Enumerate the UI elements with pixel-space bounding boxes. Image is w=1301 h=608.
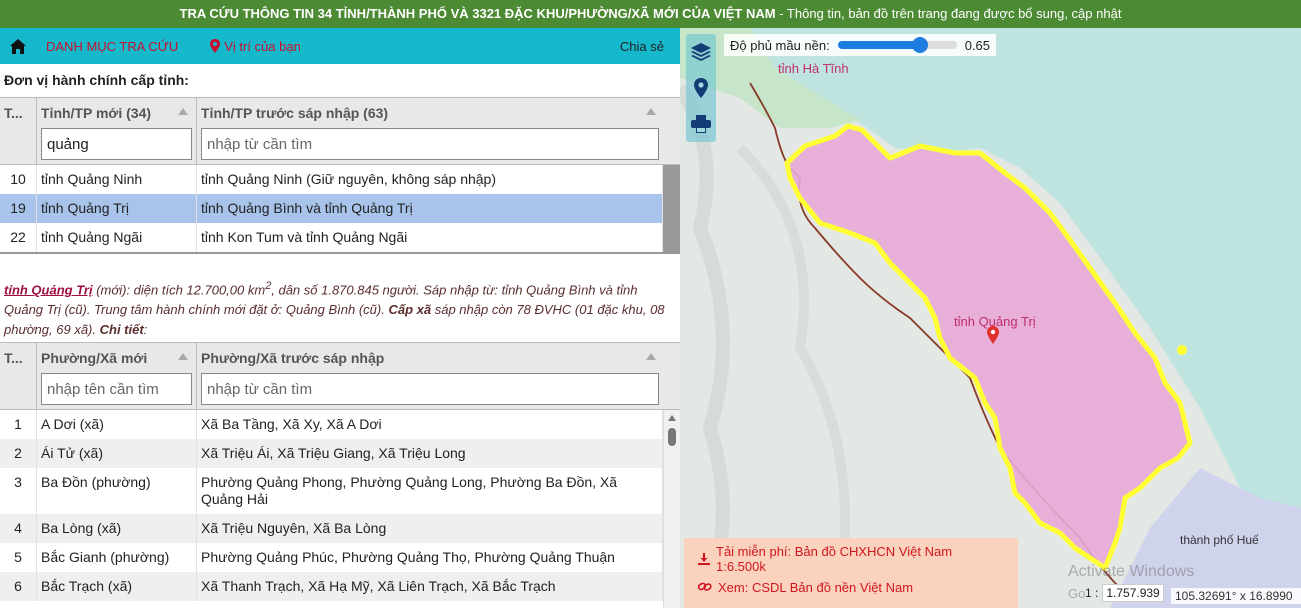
view-basemap-link[interactable]: Xem: CSDL Bản đồ nền Việt Nam bbox=[698, 573, 1004, 601]
province-grid-body: 10 tỉnh Quảng Ninh tỉnh Quảng Ninh (Giữ … bbox=[0, 165, 680, 254]
map-label-ha-tinh[interactable]: tỉnh Hà Tĩnh bbox=[778, 61, 849, 76]
opacity-value: 0.65 bbox=[964, 37, 990, 53]
table-row[interactable]: 10 tỉnh Quảng Ninh tỉnh Quảng Ninh (Giữ … bbox=[0, 165, 663, 194]
province-info-text: tỉnh Quảng Trị (mới): diện tích 12.700,0… bbox=[4, 280, 665, 338]
home-button[interactable] bbox=[0, 28, 36, 64]
map-scale-value[interactable]: 1.757.939 bbox=[1102, 584, 1164, 602]
download-panel: Tải miễn phí: Bản đồ CHXHCN Việt Nam 1:6… bbox=[684, 538, 1018, 608]
share-link[interactable]: Chia sẻ bbox=[620, 39, 664, 54]
location-pin-icon bbox=[694, 78, 708, 98]
prev-ward-search-input[interactable] bbox=[201, 373, 659, 405]
ward-grid-scrollbar[interactable] bbox=[663, 410, 680, 608]
sort-icon[interactable] bbox=[178, 108, 188, 115]
left-panel: DANH MỤC TRA CỨU Vị trí của bạn Chia sẻ … bbox=[0, 28, 680, 608]
map-coordinates: 105.32691° x 16.8990 bbox=[1171, 588, 1301, 604]
sort-icon[interactable] bbox=[646, 353, 656, 360]
opacity-slider-handle[interactable] bbox=[911, 37, 928, 53]
map-marker-icon bbox=[210, 39, 221, 53]
link-icon bbox=[698, 582, 712, 591]
scroll-thumb[interactable] bbox=[668, 428, 676, 446]
table-row[interactable]: 5 Bắc Gianh (phường) Phường Quảng Phúc, … bbox=[0, 543, 663, 572]
table-row[interactable]: 1 A Dơi (xã) Xã Ba Tầng, Xã Xy, Xã A Dơi bbox=[0, 410, 663, 439]
col-header-index[interactable]: T... bbox=[0, 343, 37, 409]
opacity-control: Độ phủ mầu nền: 0.65 bbox=[724, 34, 996, 56]
download-link[interactable]: Tải miễn phí: Bản đồ CHXHCN Việt Nam 1:6… bbox=[698, 544, 1004, 574]
ward-grid: T... Phường/Xã mới Phường/Xã trước sáp n… bbox=[0, 342, 680, 608]
ward-grid-body: 1 A Dơi (xã) Xã Ba Tầng, Xã Xy, Xã A Dơi… bbox=[0, 410, 680, 608]
ward-grid-header: T... Phường/Xã mới Phường/Xã trước sáp n… bbox=[0, 343, 680, 410]
banner-subtitle: - Thông tin, bản đồ trên trang đang được… bbox=[775, 6, 1122, 21]
new-ward-search-input[interactable] bbox=[41, 373, 192, 405]
col-header-index[interactable]: T... bbox=[0, 98, 37, 164]
col-header-new-province[interactable]: Tỉnh/TP mới (34) bbox=[37, 98, 197, 164]
sort-icon[interactable] bbox=[178, 353, 188, 360]
my-location-link[interactable]: Vị trí của bạn bbox=[210, 39, 301, 54]
province-section-label: Đơn vị hành chính cấp tỉnh: bbox=[4, 72, 189, 88]
col-header-prev-province[interactable]: Tỉnh/TP trước sáp nhập (63) bbox=[197, 98, 680, 164]
watermark-line2: Go bbox=[1068, 586, 1086, 601]
map-scale: 1 : 1.757.939 bbox=[1085, 584, 1164, 602]
col-header-new-ward[interactable]: Phường/Xã mới bbox=[37, 343, 197, 409]
table-row[interactable]: 4 Ba Lòng (xã) Xã Triệu Nguyên, Xã Ba Lò… bbox=[0, 514, 663, 543]
my-location-label: Vị trí của bạn bbox=[224, 38, 301, 54]
home-icon bbox=[10, 38, 26, 54]
top-banner: TRA CỨU THÔNG TIN 34 TỈNH/THÀNH PHỐ VÀ 3… bbox=[0, 0, 1301, 28]
print-button[interactable] bbox=[686, 106, 716, 142]
print-icon bbox=[691, 115, 711, 133]
scroll-up-arrow-icon[interactable] bbox=[668, 415, 676, 421]
sort-icon[interactable] bbox=[646, 108, 656, 115]
location-pin-button[interactable] bbox=[686, 70, 716, 106]
map-label-hue[interactable]: thành phố Huế bbox=[1180, 533, 1259, 547]
activate-windows-watermark: Activate Windows bbox=[1068, 563, 1195, 580]
layers-button[interactable] bbox=[686, 34, 716, 70]
table-row[interactable]: 6 Bắc Trạch (xã) Xã Thanh Trạch, Xã Hạ M… bbox=[0, 572, 663, 601]
banner-title: TRA CỨU THÔNG TIN 34 TỈNH/THÀNH PHỐ VÀ 3… bbox=[179, 6, 776, 21]
detail-link[interactable]: Chi tiết bbox=[100, 322, 144, 337]
catalog-link[interactable]: DANH MỤC TRA CỨU bbox=[46, 39, 178, 54]
opacity-label: Độ phủ mầu nền: bbox=[730, 37, 830, 53]
province-grid-header: T... Tỉnh/TP mới (34) Tỉnh/TP trước sáp … bbox=[0, 98, 680, 165]
opacity-slider-fill bbox=[837, 41, 920, 49]
col-header-prev-ward[interactable]: Phường/Xã trước sáp nhập bbox=[197, 343, 680, 409]
table-row[interactable]: 2 Ái Tử (xã) Xã Triệu Ái, Xã Triệu Giang… bbox=[0, 439, 663, 468]
download-icon bbox=[698, 553, 710, 565]
nav-bar: DANH MỤC TRA CỨU Vị trí của bạn Chia sẻ bbox=[0, 28, 680, 64]
prev-province-search-input[interactable] bbox=[201, 128, 659, 160]
opacity-slider[interactable] bbox=[837, 37, 957, 53]
table-row[interactable]: 3 Ba Đồn (phường) Phường Quảng Phong, Ph… bbox=[0, 468, 663, 514]
map-marker-icon[interactable] bbox=[987, 326, 999, 344]
map-view[interactable]: Độ phủ mầu nền: 0.65 tỉnh Hà Tĩnh tỉnh Q… bbox=[680, 28, 1301, 608]
province-grid: T... Tỉnh/TP mới (34) Tỉnh/TP trước sáp … bbox=[0, 97, 680, 254]
table-row-selected[interactable]: 19 tỉnh Quảng Trị tỉnh Quảng Bình và tỉn… bbox=[0, 194, 663, 223]
new-province-search-input[interactable] bbox=[41, 128, 192, 160]
map-tool-group bbox=[686, 34, 716, 142]
province-name-link[interactable]: tỉnh Quảng Trị bbox=[4, 282, 93, 297]
layers-icon bbox=[691, 43, 711, 61]
table-row[interactable]: 22 tỉnh Quảng Ngãi tỉnh Kon Tum và tỉnh … bbox=[0, 223, 663, 252]
